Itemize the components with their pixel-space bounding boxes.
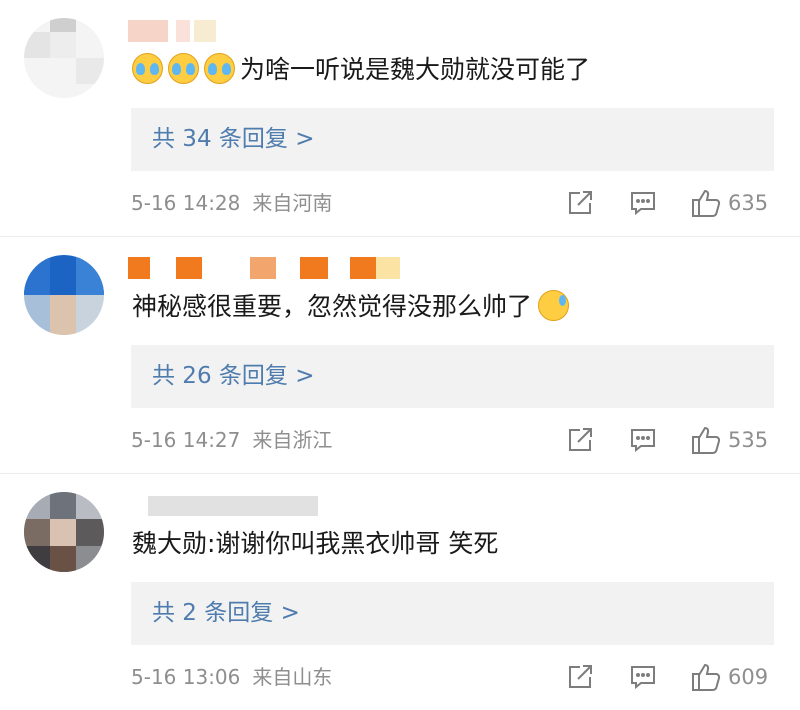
like-count: 535 <box>728 428 769 452</box>
comment-text: 为啥一听说是魏大勋就没可能了 <box>132 50 590 90</box>
like-button[interactable]: 635 <box>690 186 768 220</box>
comment-body: 神秘感很重要，忽然觉得没那么帅了 <box>132 292 533 321</box>
location: 来自山东 <box>252 665 333 689</box>
thumbs-up-icon <box>692 189 721 217</box>
comment-body: 为啥一听说是魏大勋就没可能了 <box>240 55 591 84</box>
comment-item-2: 神秘感很重要，忽然觉得没那么帅了 共 26 条回复 > 5-16 14:27 来自… <box>0 236 800 473</box>
timestamp: 5-16 14:28 <box>131 191 241 215</box>
share-button[interactable] <box>566 186 594 220</box>
comment-meta: 5-16 13:06 来自山东 <box>131 663 332 691</box>
share-icon <box>569 665 592 688</box>
cry-laugh-icon <box>132 53 163 84</box>
share-button[interactable] <box>566 660 594 694</box>
comment-item-3: 魏大勋:谢谢你叫我黑衣帅哥 笑死 共 2 条回复 > 5-16 13:06 来自山… <box>0 473 800 710</box>
comment-meta: 5-16 14:28 来自河南 <box>131 189 332 217</box>
like-button[interactable]: 609 <box>690 660 768 694</box>
avatar[interactable] <box>24 492 104 572</box>
comment-meta: 5-16 14:27 来自浙江 <box>131 426 332 454</box>
location: 来自河南 <box>252 191 333 215</box>
sweat-icon <box>538 290 570 321</box>
share-icon <box>569 428 592 451</box>
replies-link[interactable]: 共 34 条回复 > <box>131 108 774 171</box>
thumbs-up-icon <box>692 663 721 691</box>
timestamp: 5-16 14:27 <box>131 428 241 452</box>
comment-body: 魏大勋:谢谢你叫我黑衣帅哥 笑死 <box>132 529 499 558</box>
share-button[interactable] <box>566 423 594 457</box>
comment-button[interactable] <box>629 660 657 694</box>
comment-icon <box>631 192 655 216</box>
like-button[interactable]: 535 <box>690 423 768 457</box>
comment-button[interactable] <box>629 423 657 457</box>
thumbs-up-icon <box>692 426 721 454</box>
like-count: 635 <box>728 191 769 215</box>
cry-laugh-icon <box>168 53 199 84</box>
replies-link[interactable]: 共 26 条回复 > <box>131 345 774 408</box>
share-icon <box>569 191 592 214</box>
comment-button[interactable] <box>629 186 657 220</box>
avatar[interactable] <box>24 255 104 335</box>
cry-laugh-icon <box>204 53 235 84</box>
comment-text: 魏大勋:谢谢你叫我黑衣帅哥 笑死 <box>132 524 498 564</box>
timestamp: 5-16 13:06 <box>131 665 241 689</box>
comment-text: 神秘感很重要，忽然觉得没那么帅了 <box>132 287 574 327</box>
comment-icon <box>631 666 655 690</box>
location: 来自浙江 <box>252 428 333 452</box>
replies-link[interactable]: 共 2 条回复 > <box>131 582 774 645</box>
like-count: 609 <box>728 665 769 689</box>
comment-item-1: 为啥一听说是魏大勋就没可能了 共 34 条回复 > 5-16 14:28 来自河南… <box>0 0 800 236</box>
avatar[interactable] <box>24 18 104 98</box>
comment-icon <box>631 429 655 453</box>
